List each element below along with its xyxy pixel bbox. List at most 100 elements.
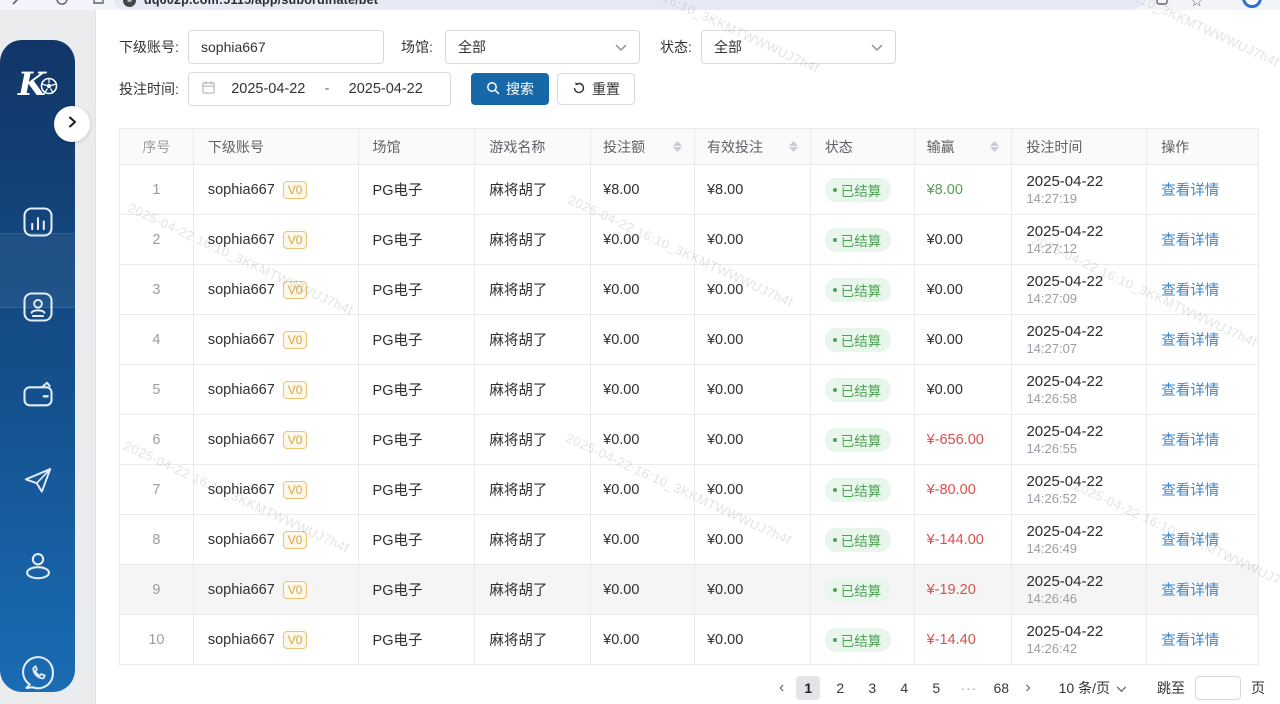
view-details-link[interactable]: 查看详情 [1161, 229, 1219, 250]
header-game: 游戏名称 [475, 129, 591, 164]
date-separator: - [321, 81, 334, 97]
home-icon[interactable] [92, 0, 105, 8]
account-filter-input[interactable] [188, 30, 384, 64]
cell-index: 7 [120, 465, 194, 514]
page-number-button[interactable]: 2 [828, 676, 852, 700]
header-valid-bet[interactable]: 有效投注 [695, 129, 811, 164]
pagination: ‹ 1 2 3 4 5 ··· 68 › 10 条/页 跳至 页 [775, 674, 1265, 702]
header-account: 下级账号 [194, 129, 359, 164]
vip-level-badge: V0 [283, 181, 308, 199]
view-details-link[interactable]: 查看详情 [1161, 479, 1219, 500]
status-dot-icon [833, 338, 837, 342]
forward-icon[interactable] [8, 0, 22, 9]
cell-bet-time: 2025-04-22 14:27:07 [1012, 315, 1147, 364]
page-number-button[interactable]: 68 [989, 676, 1013, 700]
sidebar-item-wallet[interactable] [0, 377, 75, 418]
header-action: 操作 [1147, 129, 1258, 164]
chevron-down-icon [871, 39, 883, 55]
cell-winloss: ¥0.00 [915, 315, 1013, 364]
sidebar-item-support[interactable] [0, 654, 75, 697]
table-row: 6 sophia667 V0 PG电子 麻将胡了 ¥0.00 ¥0.00 已结算… [120, 415, 1258, 465]
view-details-link[interactable]: 查看详情 [1161, 529, 1219, 550]
address-bar[interactable]: ≡ dq602p.com:5115/app/subordinate/bet [113, 0, 1143, 10]
page-number-button[interactable]: 4 [892, 676, 916, 700]
cell-venue: PG电子 [359, 215, 476, 264]
cell-bet-time: 2025-04-22 14:26:46 [1012, 565, 1147, 614]
table-row: 9 sophia667 V0 PG电子 麻将胡了 ¥0.00 ¥0.00 已结算… [120, 565, 1258, 615]
view-details-link[interactable]: 查看详情 [1161, 279, 1219, 300]
view-details-link[interactable]: 查看详情 [1161, 429, 1219, 450]
header-bet-time: 投注时间 [1012, 129, 1147, 164]
cell-winloss: ¥0.00 [915, 215, 1013, 264]
view-details-link[interactable]: 查看详情 [1161, 629, 1219, 650]
phone-support-icon [19, 654, 57, 697]
status-filter-label: 状态: [660, 30, 692, 64]
date-range-picker[interactable]: 2025-04-22 - 2025-04-22 [188, 72, 451, 106]
account-name: sophia667 [208, 532, 275, 548]
page-number-button[interactable]: ··· [956, 676, 981, 700]
page-number-button[interactable]: 3 [860, 676, 884, 700]
table-header-row: 序号 下级账号 场馆 游戏名称 投注额 有效投注 状态 输赢 投注时间 操作 [120, 129, 1258, 165]
bet-date: 2025-04-22 [1026, 223, 1103, 241]
cell-winloss: ¥-80.00 [915, 465, 1013, 514]
sidebar-item-promotions[interactable] [0, 462, 75, 503]
cell-action: 查看详情 [1147, 515, 1258, 564]
view-details-link[interactable]: 查看详情 [1161, 579, 1219, 600]
sidebar-item-members[interactable] [0, 289, 75, 330]
page-number-button[interactable]: 5 [924, 676, 948, 700]
cell-game: 麻将胡了 [475, 165, 591, 214]
cell-index: 10 [120, 615, 194, 664]
cell-index: 1 [120, 165, 194, 214]
wallet-icon [20, 377, 56, 418]
venue-filter-select[interactable]: 全部 [445, 30, 640, 64]
bet-time: 14:26:52 [1026, 491, 1077, 507]
search-icon [486, 81, 500, 98]
cell-account: sophia667 V0 [194, 415, 359, 464]
extensions-icon[interactable] [1155, 0, 1169, 9]
reset-button[interactable]: 重置 [557, 73, 635, 105]
cell-game: 麻将胡了 [475, 365, 591, 414]
status-filter-select[interactable]: 全部 [701, 30, 896, 64]
cell-game: 麻将胡了 [475, 315, 591, 364]
cell-winloss: ¥-144.00 [915, 515, 1013, 564]
table-row: 4 sophia667 V0 PG电子 麻将胡了 ¥0.00 ¥0.00 已结算… [120, 315, 1258, 365]
cell-action: 查看详情 [1147, 365, 1258, 414]
vip-level-badge: V0 [283, 431, 308, 449]
search-button[interactable]: 搜索 [471, 73, 549, 105]
jump-prefix-label: 跳至 [1157, 678, 1185, 698]
jump-to-page: 跳至 页 [1157, 676, 1265, 700]
cell-winloss: ¥0.00 [915, 265, 1013, 314]
sort-icon[interactable] [673, 141, 682, 152]
account-name: sophia667 [208, 632, 275, 648]
sort-icon[interactable] [990, 141, 999, 152]
sidebar-item-reports[interactable] [0, 204, 75, 245]
cell-status: 已结算 [811, 365, 915, 414]
view-details-link[interactable]: 查看详情 [1161, 379, 1219, 400]
jump-page-input[interactable] [1195, 676, 1241, 700]
page-size-select[interactable]: 10 条/页 [1059, 678, 1127, 698]
sidebar-item-profile[interactable] [0, 547, 75, 588]
cell-bet-time: 2025-04-22 14:27:09 [1012, 265, 1147, 314]
prev-page-button[interactable]: ‹ [775, 679, 788, 697]
reload-icon[interactable] [55, 0, 69, 9]
header-winloss[interactable]: 输赢 [915, 129, 1013, 164]
status-badge: 已结算 [825, 528, 892, 552]
sidebar-expand-button[interactable] [54, 106, 90, 142]
cell-game: 麻将胡了 [475, 615, 591, 664]
cell-account: sophia667 V0 [194, 165, 359, 214]
bookmark-star-icon[interactable]: ☆ [1190, 0, 1203, 10]
next-page-button[interactable]: › [1021, 679, 1034, 697]
view-details-link[interactable]: 查看详情 [1161, 329, 1219, 350]
header-bet-amount[interactable]: 投注额 [591, 129, 695, 164]
page-number-button[interactable]: 1 [796, 676, 820, 700]
profile-avatar[interactable] [1242, 0, 1262, 8]
header-status: 状态 [811, 129, 915, 164]
status-badge: 已结算 [825, 328, 892, 352]
cell-venue: PG电子 [359, 465, 476, 514]
cell-account: sophia667 V0 [194, 465, 359, 514]
person-icon [20, 547, 56, 588]
sort-icon[interactable] [789, 141, 798, 152]
chevron-down-icon [615, 39, 627, 55]
view-details-link[interactable]: 查看详情 [1161, 179, 1219, 200]
status-badge: 已结算 [825, 628, 892, 652]
